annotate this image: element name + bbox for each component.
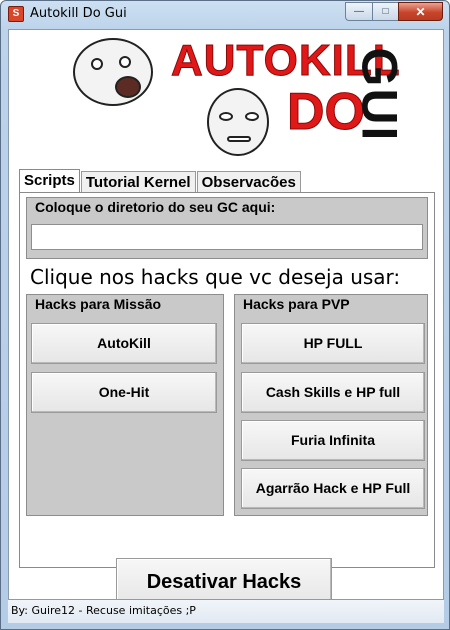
mission-hacks-group: Hacks para Missão AutoKill One-Hit <box>26 294 224 516</box>
app-window: S Autokill Do Gui — □ ✕ AUTOKILL DO GUI <box>0 0 450 630</box>
one-hit-button[interactable]: One-Hit <box>31 372 217 413</box>
logo-gui-text: GUI <box>351 47 407 143</box>
mission-group-label: Hacks para Missão <box>35 296 162 312</box>
pvp-group-label: Hacks para PVP <box>243 296 350 312</box>
close-button[interactable]: ✕ <box>398 2 443 21</box>
autokill-button[interactable]: AutoKill <box>31 323 217 364</box>
me-gusta-face-icon <box>207 88 269 156</box>
maximize-button[interactable]: □ <box>372 2 398 21</box>
cash-skills-hp-full-button[interactable]: Cash Skills e HP full <box>241 372 425 413</box>
minimize-button[interactable]: — <box>345 2 372 21</box>
banner-image: AUTOKILL DO GUI <box>9 30 443 160</box>
window-controls: — □ ✕ <box>345 2 443 21</box>
maximize-icon: □ <box>382 6 389 17</box>
instructions-text: Clique nos hacks que vc deseja usar: <box>30 265 401 289</box>
directory-group: Coloque o diretorio do seu GC aqui: <box>26 197 428 259</box>
pvp-hacks-group: Hacks para PVP HP FULL Cash Skills e HP … <box>234 294 428 516</box>
minimize-icon: — <box>354 6 364 17</box>
app-icon[interactable]: S <box>8 6 24 22</box>
agarrao-hack-hp-full-button[interactable]: Agarrão Hack e HP Full <box>241 468 425 509</box>
status-bar: By: Guire12 - Recuse imitações ;P <box>8 599 444 623</box>
directory-input[interactable] <box>31 224 423 250</box>
logo-gui: GUI <box>349 36 409 154</box>
hp-full-button[interactable]: HP FULL <box>241 323 425 364</box>
scripts-panel: Coloque o diretorio do seu GC aqui: Cliq… <box>19 192 435 568</box>
tab-tutorial-kernel[interactable]: Tutorial Kernel <box>80 171 196 193</box>
close-icon: ✕ <box>415 4 426 19</box>
directory-label: Coloque o diretorio do seu GC aqui: <box>35 199 276 215</box>
furia-infinita-button[interactable]: Furia Infinita <box>241 420 425 461</box>
window-title: Autokill Do Gui <box>30 6 127 21</box>
title-bar[interactable]: S Autokill Do Gui — □ ✕ <box>1 1 449 27</box>
tab-scripts[interactable]: Scripts <box>19 169 80 193</box>
tab-observacoes[interactable]: Observacões <box>196 171 301 193</box>
tab-strip: Scripts Tutorial Kernel Observacões <box>19 169 302 193</box>
rage-face-icon <box>73 38 153 106</box>
client-area: AUTOKILL DO GUI Scripts Tutorial Kernel … <box>8 29 444 623</box>
